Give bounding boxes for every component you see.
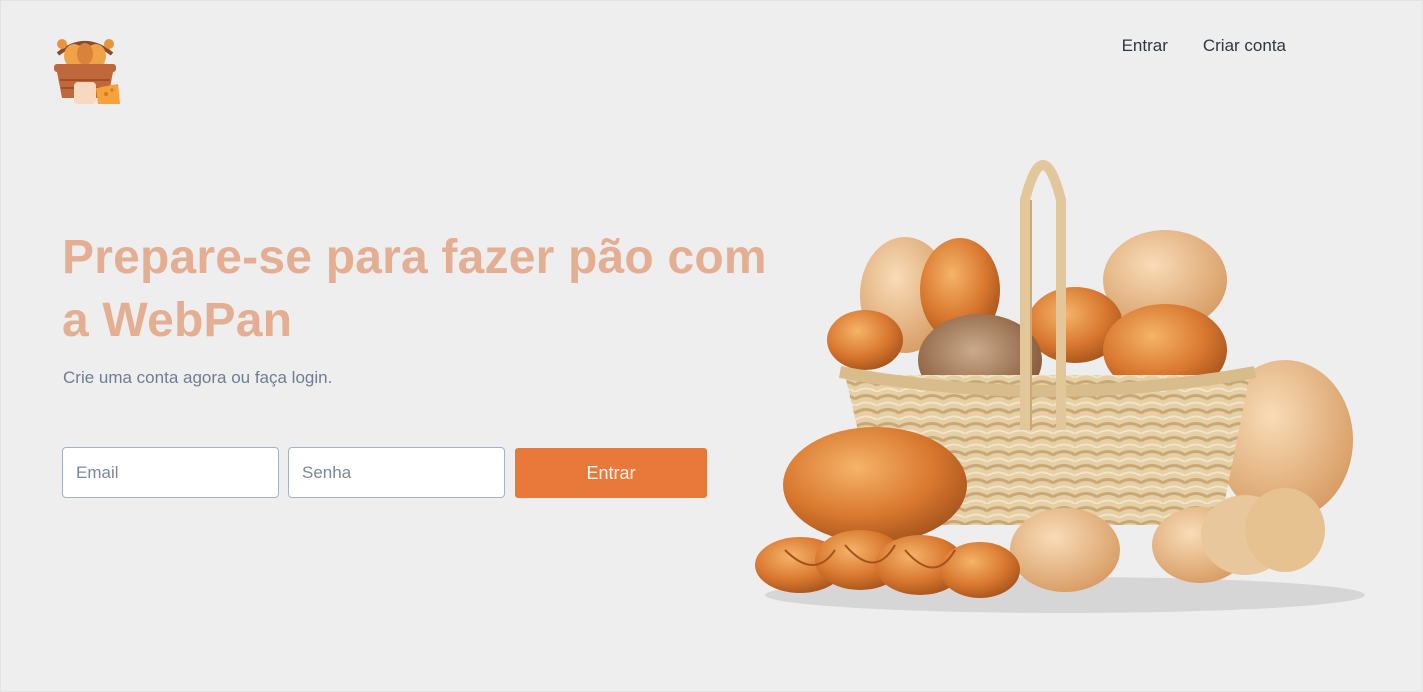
nav-create-account-link[interactable]: Criar conta (1203, 36, 1286, 56)
email-input[interactable] (62, 447, 279, 498)
login-button[interactable]: Entrar (515, 448, 707, 498)
nav-login-link[interactable]: Entrar (1122, 36, 1168, 56)
top-nav: Entrar Criar conta (1122, 36, 1286, 56)
bread-basket-logo-icon[interactable] (52, 34, 124, 106)
password-input[interactable] (288, 447, 505, 498)
page-subtitle: Crie uma conta agora ou faça login. (63, 368, 333, 387)
login-form: Entrar (62, 447, 707, 498)
bread-basket-image (755, 160, 1365, 613)
page-title: Prepare-se para fazer pão com a WebPan (62, 231, 767, 347)
